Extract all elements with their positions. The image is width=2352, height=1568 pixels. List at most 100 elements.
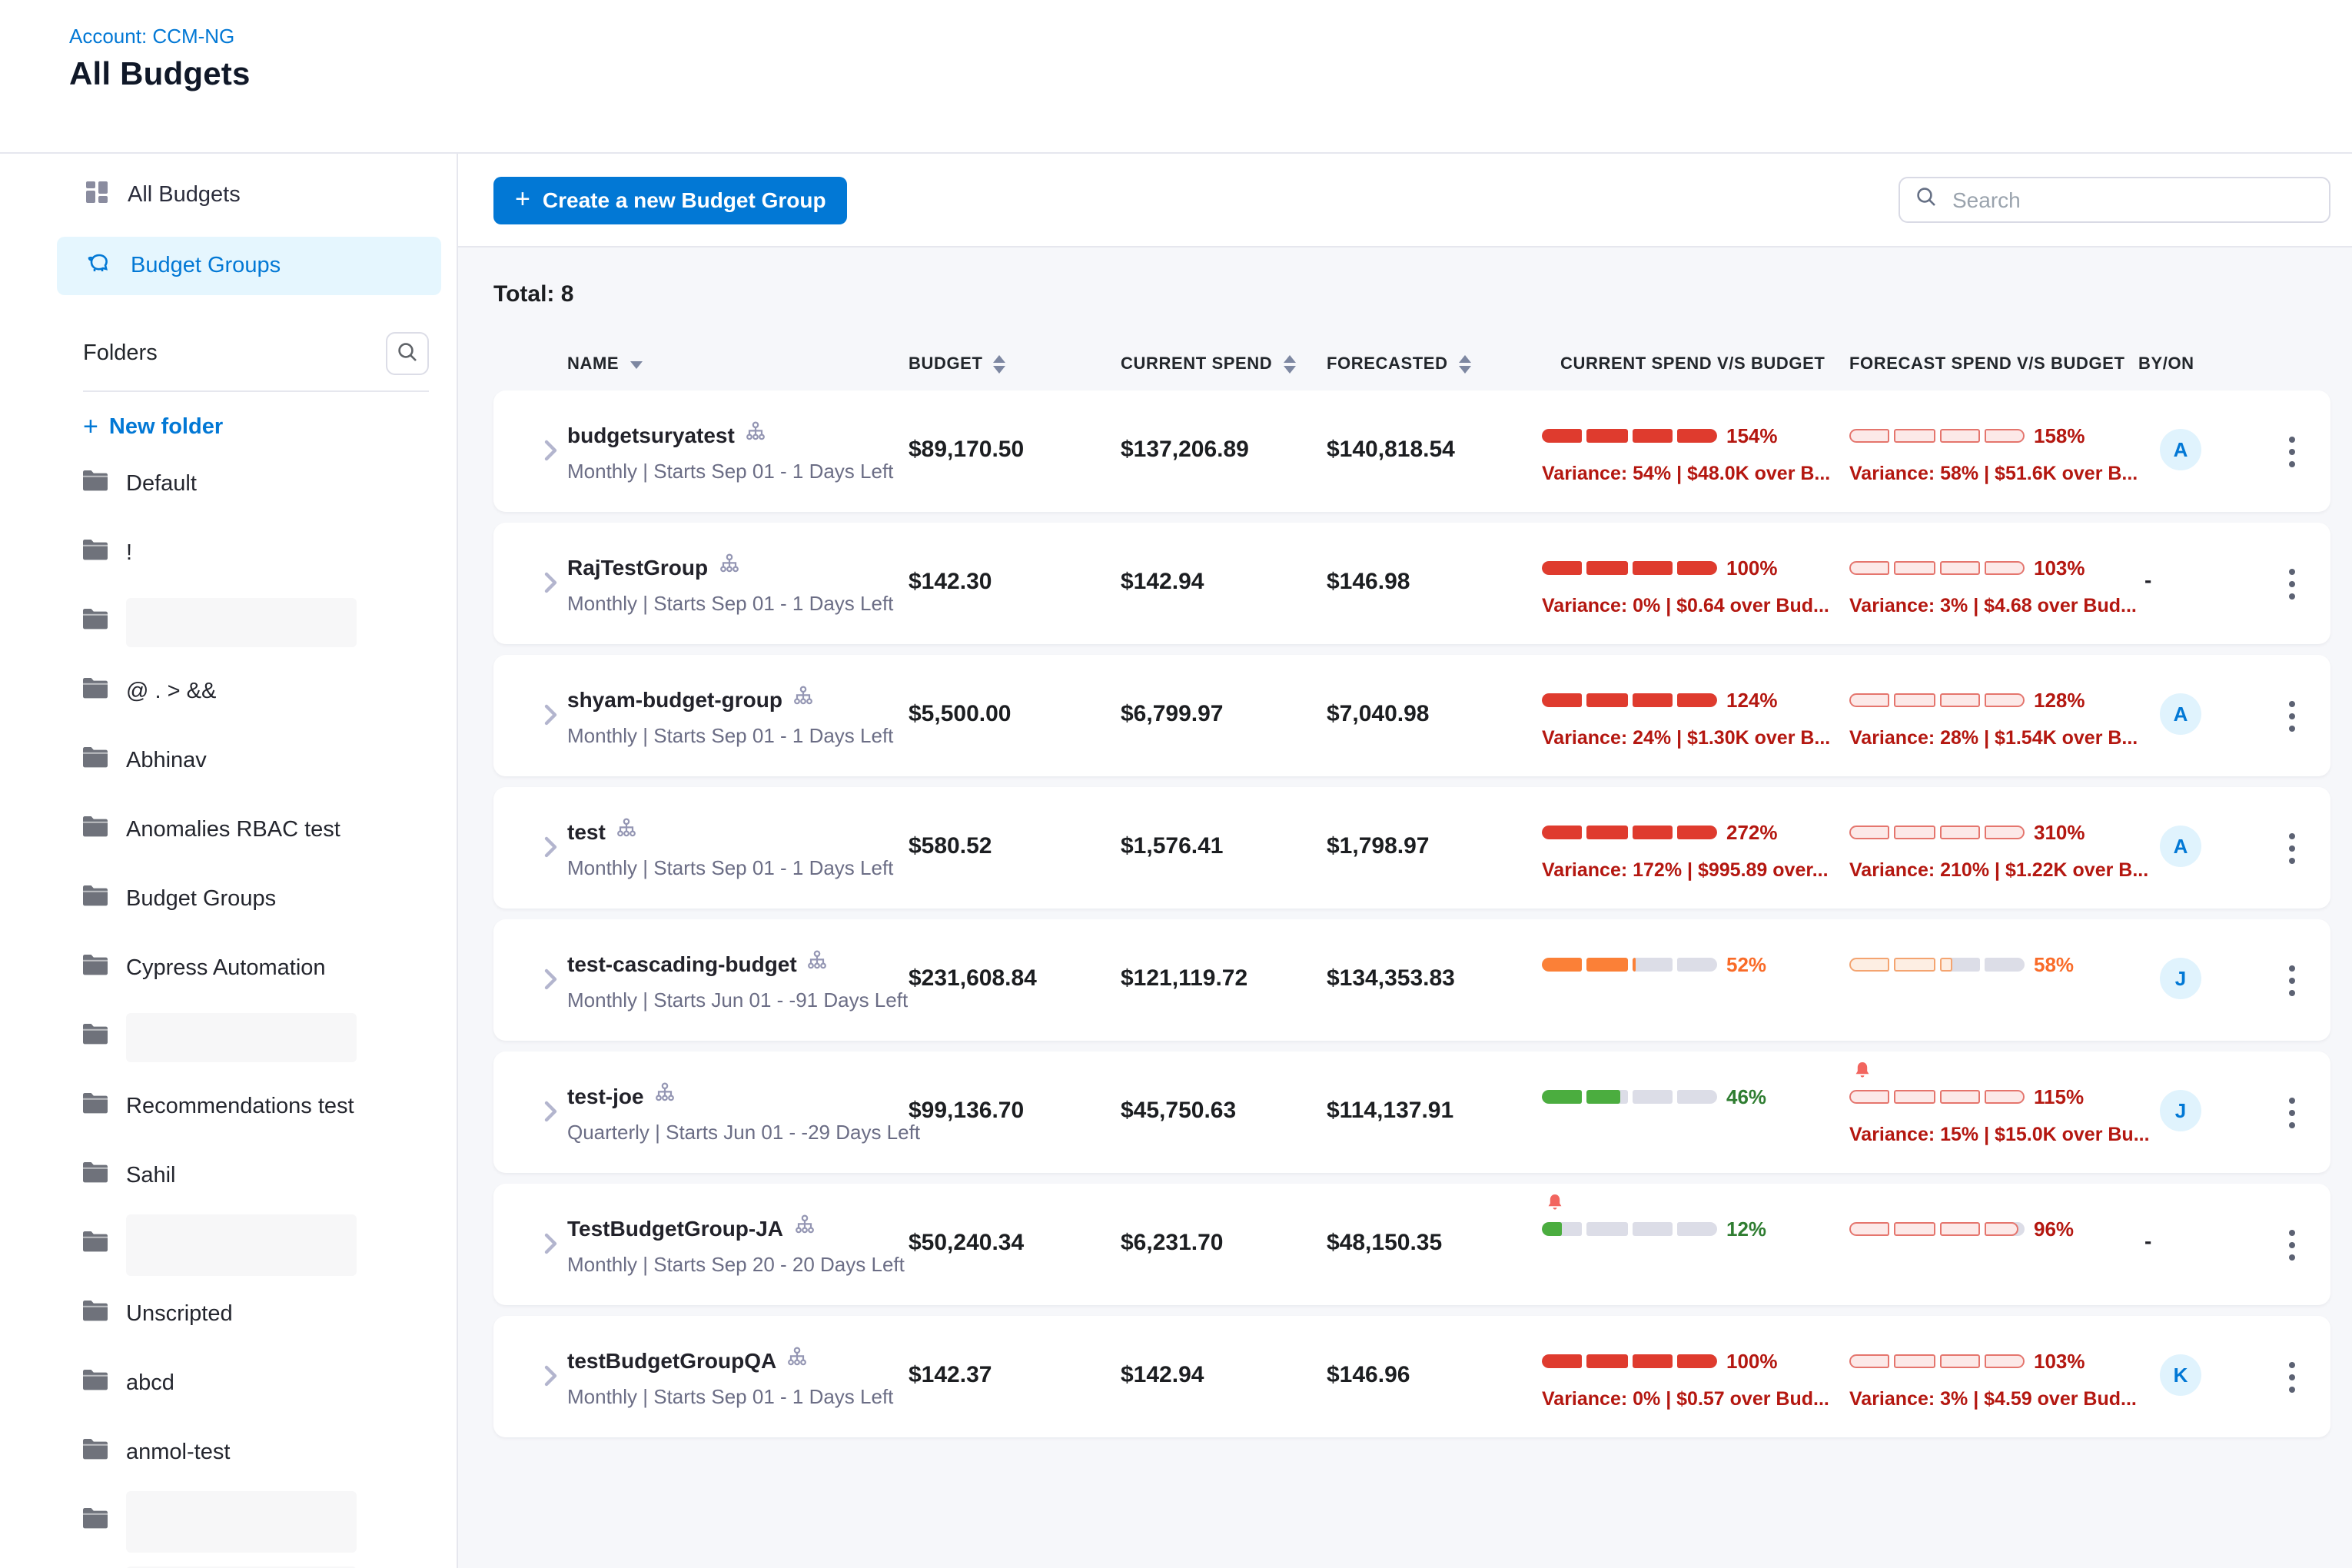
budget-group-row[interactable]: TestBudgetGroup-JA Monthly | Starts Sep … (493, 1184, 2330, 1305)
account-breadcrumb-link[interactable]: Account: CCM-NG (69, 0, 2352, 48)
avatar[interactable]: A (2160, 693, 2201, 735)
budget-group-row[interactable]: testBudgetGroupQA Monthly | Starts Sep 0… (493, 1316, 2330, 1437)
row-menu-button[interactable] (2279, 830, 2304, 909)
budget-group-name[interactable]: test (567, 819, 606, 844)
expand-chevron-icon[interactable] (544, 968, 558, 1041)
expand-chevron-icon[interactable] (544, 1365, 558, 1437)
budget-value: $142.37 (909, 1316, 1121, 1437)
folder-list-item[interactable]: Recommendations test (0, 1071, 457, 1141)
budget-group-row[interactable]: test Monthly | Starts Sep 01 - 1 Days Le… (493, 787, 2330, 909)
create-budget-group-button[interactable]: + Create a new Budget Group (493, 176, 848, 224)
row-menu-button[interactable] (2279, 434, 2304, 512)
budget-group-name[interactable]: RajTestGroup (567, 555, 708, 580)
folder-icon (81, 814, 109, 845)
folder-icon (81, 745, 109, 776)
folder-list-item[interactable]: ! (0, 518, 457, 587)
budget-group-row[interactable]: budgetsuryatest Monthly | Starts Sep 01 … (493, 390, 2330, 512)
budget-group-name[interactable]: shyam-budget-group (567, 687, 782, 712)
budget-group-row[interactable]: shyam-budget-group Monthly | Starts Sep … (493, 655, 2330, 776)
hierarchy-icon (616, 818, 636, 845)
toolbar: + Create a new Budget Group (458, 154, 2352, 247)
variance-label: Variance: 0% | $0.57 over Bud... (1542, 1388, 1849, 1410)
row-menu-button[interactable] (2279, 1227, 2304, 1305)
folder-name: anmol-test (126, 1440, 230, 1464)
avatar[interactable]: A (2160, 826, 2201, 867)
new-folder-button[interactable]: + New folder (83, 414, 457, 440)
by-on-cell: K (2160, 1316, 2252, 1437)
budget-period-subtitle: Monthly | Starts Sep 01 - 1 Days Left (567, 724, 909, 747)
folder-list-item[interactable]: anmol-test (0, 1417, 457, 1487)
budget-value: $50,240.34 (909, 1184, 1121, 1305)
hierarchy-icon (746, 421, 766, 449)
percent-label: 100% (1726, 556, 1778, 580)
budget-group-row[interactable]: test-cascading-budget Monthly | Starts J… (493, 919, 2330, 1041)
folder-list-item[interactable] (0, 1556, 457, 1568)
folder-list-item[interactable]: Cypress Automation (0, 933, 457, 1002)
folder-list-item[interactable] (0, 1002, 457, 1071)
avatar[interactable]: J (2160, 1090, 2201, 1131)
sidebar-item-all-budgets[interactable]: All Budgets (57, 166, 441, 224)
spend-progress-bar (1542, 561, 1717, 575)
current-spend-value: $121,119.72 (1121, 919, 1327, 1041)
budget-group-name[interactable]: test-cascading-budget (567, 952, 797, 976)
budget-value: $580.52 (909, 787, 1121, 909)
folder-name: @ . > && (126, 679, 216, 703)
avatar[interactable]: A (2160, 429, 2201, 470)
expand-chevron-icon[interactable] (544, 704, 558, 776)
row-menu-button[interactable] (2279, 962, 2304, 1041)
folder-list-item[interactable] (0, 1210, 457, 1279)
forecast-spend-vs-budget-cell: 115%Variance: 15% | $15.0K over Bu... (1849, 1051, 2160, 1173)
budget-group-name[interactable]: budgetsuryatest (567, 423, 735, 447)
folder-list-item[interactable]: Unscripted (0, 1279, 457, 1348)
sidebar-item-budget-groups[interactable]: Budget Groups (57, 237, 441, 295)
budget-group-row[interactable]: test-joe Quarterly | Starts Jun 01 - -29… (493, 1051, 2330, 1173)
column-header-name[interactable]: NAME (567, 355, 909, 374)
by-on-cell: - (2160, 1184, 2252, 1305)
column-header-forecasted[interactable]: FORECASTED (1327, 355, 1542, 374)
folder-list-item[interactable]: Sahil (0, 1141, 457, 1210)
folder-search-button[interactable] (386, 332, 429, 375)
expand-chevron-icon[interactable] (544, 836, 558, 909)
folder-icon (81, 1437, 109, 1467)
row-menu-button[interactable] (2279, 1359, 2304, 1437)
sort-arrows-icon (1459, 355, 1471, 374)
avatar[interactable]: K (2160, 1354, 2201, 1396)
folder-list-item[interactable]: Anomalies RBAC test (0, 795, 457, 864)
folder-icon (81, 606, 109, 637)
budget-group-name[interactable]: test-joe (567, 1084, 644, 1108)
column-header-budget[interactable]: BUDGET (909, 355, 1121, 374)
folder-list-item[interactable] (0, 587, 457, 656)
folder-list-item[interactable]: abcd (0, 1348, 457, 1417)
search-input[interactable] (1949, 186, 2314, 214)
expand-chevron-icon[interactable] (544, 440, 558, 512)
folder-list-item[interactable]: Abhinav (0, 726, 457, 795)
current-spend-value: $137,206.89 (1121, 390, 1327, 512)
column-header-by-on: BY/ON (2138, 355, 2252, 374)
budget-group-rows: budgetsuryatest Monthly | Starts Sep 01 … (493, 390, 2330, 1437)
expand-chevron-icon[interactable] (544, 1233, 558, 1305)
folder-list-item[interactable]: @ . > && (0, 656, 457, 726)
avatar[interactable]: J (2160, 958, 2201, 999)
row-menu-button[interactable] (2279, 566, 2304, 644)
folder-list-item[interactable]: Default (0, 449, 457, 518)
expand-chevron-icon[interactable] (544, 1101, 558, 1173)
percent-label: 124% (1726, 689, 1778, 712)
folder-list-item[interactable] (0, 1487, 457, 1556)
budget-group-name[interactable]: testBudgetGroupQA (567, 1348, 776, 1373)
redacted-folder-name (126, 1214, 357, 1275)
percent-label: 96% (2034, 1218, 2074, 1241)
column-header-current-spend[interactable]: CURRENT SPEND (1121, 355, 1327, 374)
expand-chevron-icon[interactable] (544, 572, 558, 644)
folder-list-item[interactable]: Budget Groups (0, 864, 457, 933)
divider (83, 390, 429, 392)
row-menu-button[interactable] (2279, 1095, 2304, 1173)
row-menu-button[interactable] (2279, 698, 2304, 776)
hierarchy-icon (808, 950, 828, 978)
budget-group-row[interactable]: RajTestGroup Monthly | Starts Sep 01 - 1… (493, 523, 2330, 644)
budget-value: $231,608.84 (909, 919, 1121, 1041)
hierarchy-icon (787, 1347, 807, 1374)
folder-icon (81, 1091, 109, 1121)
budget-group-name[interactable]: TestBudgetGroup-JA (567, 1216, 783, 1241)
spend-progress-bar (1542, 826, 1717, 839)
forecast-spend-vs-budget-cell: 103%Variance: 3% | $4.59 over Bud... (1849, 1316, 2160, 1437)
